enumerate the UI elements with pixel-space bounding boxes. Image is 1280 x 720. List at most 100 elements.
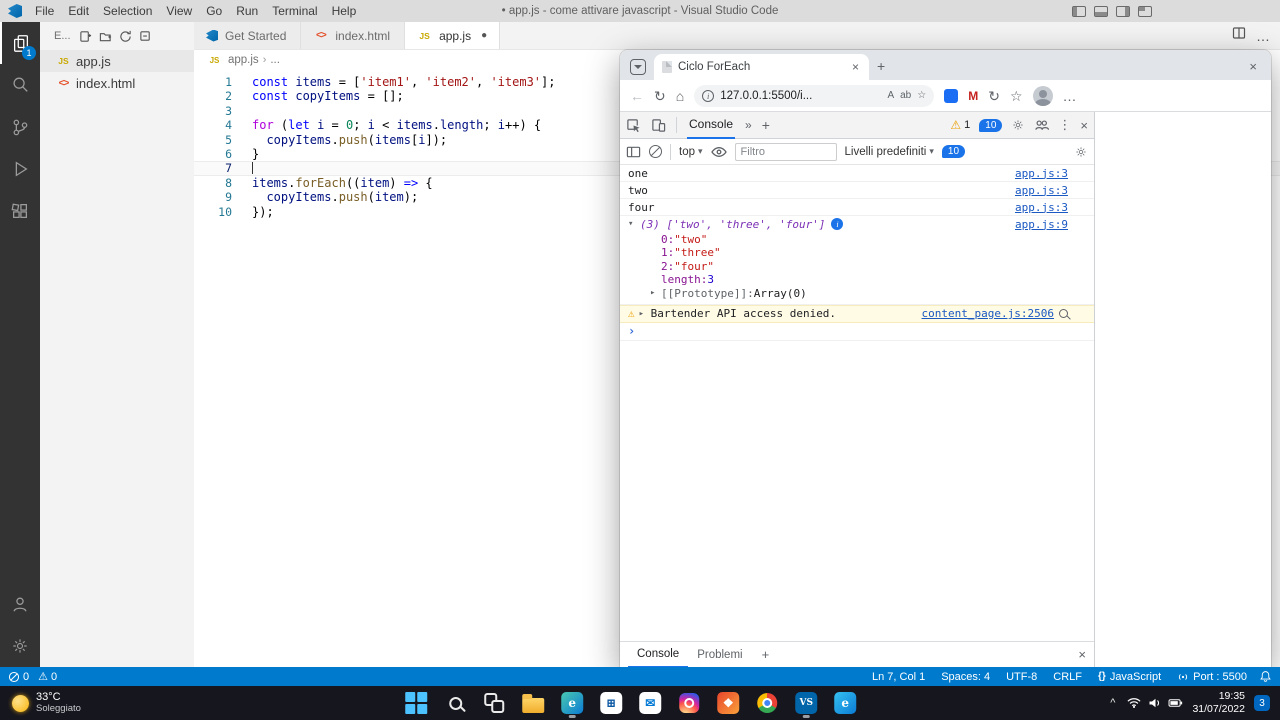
console-prompt-row[interactable]: › xyxy=(620,323,1094,341)
address-bar[interactable]: i 127.0.0.1:5500/i... A ab ☆ xyxy=(694,84,935,107)
tab-app.js[interactable]: JS app.js ● xyxy=(405,22,501,49)
drawer-tab-console[interactable]: Console xyxy=(628,642,689,667)
notifications-bell-icon[interactable] xyxy=(1259,670,1272,683)
drawer-tab-problemi[interactable]: Problemi xyxy=(688,642,751,668)
taskbar-instagram-icon[interactable] xyxy=(672,687,706,719)
url-text[interactable]: 127.0.0.1:5500/i... xyxy=(720,90,881,102)
menu-terminal[interactable]: Terminal xyxy=(265,0,324,22)
refresh-icon[interactable] xyxy=(119,30,132,43)
read-aloud-icon[interactable]: A xyxy=(887,90,894,101)
menu-help[interactable]: Help xyxy=(325,0,364,22)
breadcrumb-file[interactable]: app.js xyxy=(228,54,259,66)
mail-extension-icon[interactable]: M xyxy=(968,89,978,103)
expand-arrow-icon[interactable]: ▸ xyxy=(650,288,661,298)
taskbar-start-icon[interactable] xyxy=(399,687,433,719)
console-source-link[interactable]: app.js:3 xyxy=(1015,184,1068,197)
new-folder-icon[interactable] xyxy=(99,30,112,43)
search-icon[interactable] xyxy=(0,64,40,106)
drawer-close-icon[interactable]: × xyxy=(1078,647,1086,662)
console-sidebar-icon[interactable] xyxy=(626,145,641,159)
menu-edit[interactable]: Edit xyxy=(61,0,96,22)
tab-actions-icon[interactable] xyxy=(630,59,646,75)
menu-run[interactable]: Run xyxy=(229,0,265,22)
sync-extension-icon[interactable]: ↻ xyxy=(988,89,1000,103)
more-tools-icon[interactable]: + xyxy=(762,117,770,133)
console-source-link[interactable]: app.js:9 xyxy=(1015,218,1068,231)
tray-chevron-icon[interactable]: ^ xyxy=(1107,697,1118,709)
console-source-link[interactable]: content_page.js:2506 xyxy=(922,307,1054,320)
console-filter-input[interactable] xyxy=(734,142,837,161)
status-item-crlf[interactable]: CRLF xyxy=(1045,667,1090,686)
taskbar-file-explorer-icon[interactable] xyxy=(516,687,550,719)
file-item-index.html[interactable]: <> index.html xyxy=(40,72,194,94)
expand-arrow-icon[interactable]: ▸ xyxy=(639,309,651,319)
split-editor-icon[interactable] xyxy=(1232,26,1246,45)
tray-status-icons[interactable] xyxy=(1127,697,1183,709)
toggle-secondary-sidebar-icon[interactable] xyxy=(1116,5,1130,17)
taskbar-store-icon[interactable]: ⊞ xyxy=(594,687,628,719)
devtools-close-icon[interactable]: × xyxy=(1080,118,1088,133)
back-icon[interactable]: ← xyxy=(630,89,644,103)
favorites-icon[interactable]: ☆ xyxy=(1010,89,1023,103)
warnings-counter[interactable]: ⚠ 1 xyxy=(950,118,970,132)
new-file-icon[interactable] xyxy=(79,30,92,43)
taskbar-edge-beta-icon[interactable]: e xyxy=(828,687,862,719)
status-item-utf-8[interactable]: UTF-8 xyxy=(998,667,1045,686)
messages-counter[interactable]: 10 xyxy=(979,118,1003,132)
page-content[interactable] xyxy=(1095,112,1271,667)
taskbar-vscode-icon[interactable]: VS xyxy=(789,687,823,719)
menu-file[interactable]: File xyxy=(28,0,61,22)
explorer-icon[interactable]: 1 xyxy=(0,22,40,64)
devtools-settings-icon[interactable] xyxy=(1011,118,1025,132)
clear-console-icon[interactable] xyxy=(649,145,662,158)
taskbar-photos-icon[interactable]: ❖ xyxy=(711,687,745,719)
translate-icon[interactable]: ab xyxy=(900,90,911,101)
more-tabs-icon[interactable]: » xyxy=(745,118,752,132)
issues-people-icon[interactable] xyxy=(1034,118,1050,132)
taskbar-mail-icon[interactable]: ✉ xyxy=(633,687,667,719)
taskbar-chrome-icon[interactable] xyxy=(750,687,784,719)
console-list[interactable]: one app.js:3 two app.js:3 four app.js:3 ▾ (3) [… xyxy=(620,165,1094,641)
browser-tab[interactable]: Ciclo ForEach × xyxy=(654,54,869,80)
tab-get-started[interactable]: Get Started xyxy=(194,22,302,49)
browser-menu-icon[interactable]: … xyxy=(1063,89,1077,103)
extensions-icon[interactable] xyxy=(0,190,40,232)
profile-avatar[interactable] xyxy=(1032,85,1053,106)
file-item-app.js[interactable]: JS app.js xyxy=(40,50,194,72)
expand-arrow-icon[interactable]: ▾ xyxy=(628,219,640,229)
devtools-menu-icon[interactable]: ⋮ xyxy=(1058,117,1071,133)
taskbar-edge-icon[interactable]: e xyxy=(555,687,589,719)
context-selector[interactable]: top ▾ xyxy=(679,146,703,158)
weather-widget[interactable]: 33°C Soleggiato xyxy=(0,686,93,720)
menu-selection[interactable]: Selection xyxy=(96,0,159,22)
toggle-sidebar-icon[interactable] xyxy=(1072,5,1086,17)
problems-status[interactable]: 0 ⚠ 0 xyxy=(8,670,57,683)
drawer-more-tools-icon[interactable]: + xyxy=(756,647,776,662)
new-tab-icon[interactable]: + xyxy=(877,58,885,74)
editor-more-icon[interactable]: … xyxy=(1256,28,1270,44)
collapse-all-icon[interactable] xyxy=(139,30,152,43)
toggle-panel-icon[interactable] xyxy=(1094,5,1108,17)
taskbar-search-icon[interactable] xyxy=(438,687,472,719)
live-expression-eye-icon[interactable] xyxy=(710,146,727,158)
log-levels-selector[interactable]: Livelli predefiniti ▾ xyxy=(845,146,934,158)
device-toolbar-icon[interactable] xyxy=(651,118,666,133)
menu-view[interactable]: View xyxy=(159,0,199,22)
notification-badge[interactable]: 3 xyxy=(1254,695,1270,711)
add-favorite-icon[interactable]: ☆ xyxy=(917,90,926,101)
extension-icon[interactable] xyxy=(944,88,959,103)
source-control-icon[interactable] xyxy=(0,106,40,148)
search-icon[interactable] xyxy=(1059,309,1068,318)
settings-gear-icon[interactable] xyxy=(0,625,40,667)
console-source-link[interactable]: app.js:3 xyxy=(1015,201,1068,214)
taskbar-task-view-icon[interactable] xyxy=(477,687,511,719)
status-item-javascript[interactable]: {} JavaScript xyxy=(1090,667,1169,686)
run-debug-icon[interactable] xyxy=(0,148,40,190)
refresh-page-icon[interactable]: ↻ xyxy=(654,89,666,103)
site-info-icon[interactable]: i xyxy=(702,89,715,102)
console-settings-icon[interactable] xyxy=(1074,145,1088,159)
breadcrumb-symbol[interactable]: ... xyxy=(270,54,280,66)
browser-close-icon[interactable]: × xyxy=(1243,59,1263,74)
account-icon[interactable] xyxy=(0,583,40,625)
status-item-spaces-4[interactable]: Spaces: 4 xyxy=(933,667,998,686)
